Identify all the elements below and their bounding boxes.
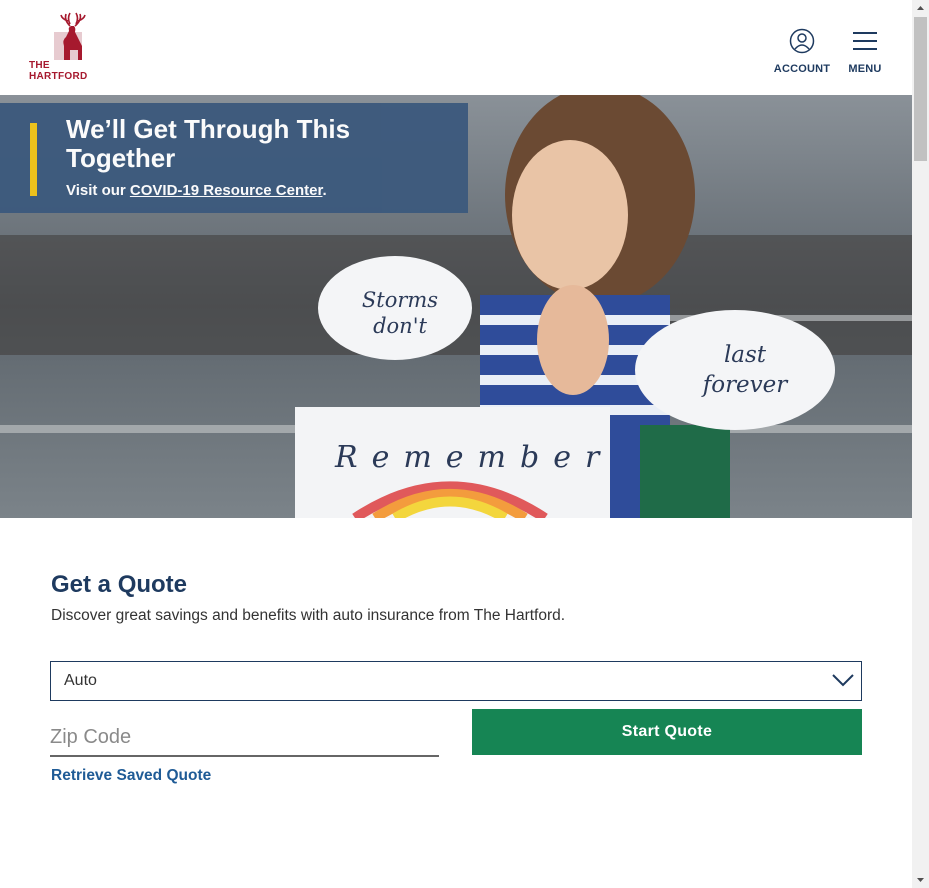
covid-banner: We’ll Get Through This Together Visit ou… (0, 103, 468, 213)
logo-text-hartford: HARTFORD (29, 71, 88, 82)
page: THE HARTFORD ACCOUNT MENU Storms don't l… (0, 0, 912, 888)
account-label: ACCOUNT (773, 63, 831, 75)
menu-label: MENU (848, 63, 882, 75)
scroll-up-arrow-icon[interactable] (912, 0, 929, 17)
visit-prefix: Visit our (66, 182, 130, 199)
covid-resource-link[interactable]: COVID-19 Resource Center (130, 182, 323, 199)
logo-text-the: THE (29, 60, 50, 71)
zip-code-input[interactable] (50, 719, 439, 757)
stag-icon (54, 12, 86, 60)
hero-visit-text: Visit our COVID-19 Resource Center. (66, 182, 327, 199)
user-icon (789, 28, 815, 54)
quote-subtitle: Discover great savings and benefits with… (51, 607, 566, 624)
sign-storms-text: Storms don't (361, 288, 439, 338)
menu-button[interactable]: MENU (842, 28, 888, 75)
start-quote-button[interactable]: Start Quote (472, 709, 862, 755)
chevron-down-icon (832, 674, 854, 687)
quote-title: Get a Quote (51, 571, 188, 598)
site-header: THE HARTFORD ACCOUNT MENU (0, 0, 912, 95)
hero-headline: We’ll Get Through This Together (66, 114, 351, 173)
scroll-down-arrow-icon[interactable] (912, 871, 929, 888)
product-selected-value: Auto (64, 672, 97, 689)
scrollbar[interactable] (912, 0, 929, 888)
hartford-logo[interactable]: THE HARTFORD (24, 12, 104, 86)
visit-suffix: . (322, 182, 327, 199)
accent-bar (30, 123, 37, 196)
account-button[interactable]: ACCOUNT (770, 28, 834, 75)
scrollbar-thumb[interactable] (914, 17, 927, 161)
hero-image: Storms don't last forever Remember We’ll… (0, 95, 912, 518)
product-select[interactable]: Auto (50, 661, 862, 701)
hamburger-icon (853, 32, 877, 50)
sign-forever-text: last forever (702, 342, 788, 398)
retrieve-saved-quote-link[interactable]: Retrieve Saved Quote (51, 767, 211, 785)
sign-remember-text: Remember (335, 440, 614, 475)
